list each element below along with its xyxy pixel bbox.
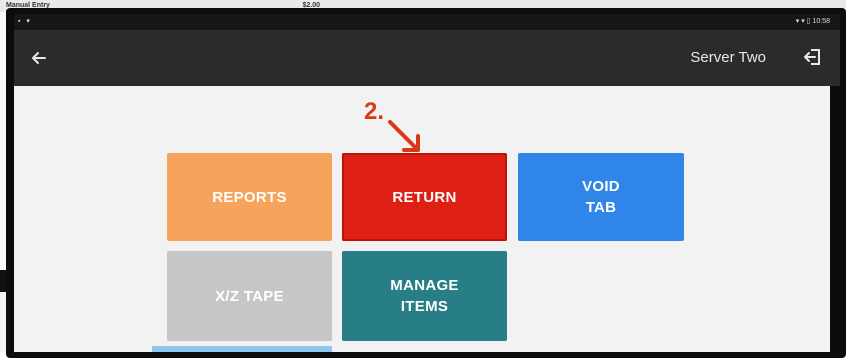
reports-label: REPORTS — [212, 188, 287, 206]
return-label: RETURN — [392, 188, 457, 206]
logout-icon-graphic — [804, 49, 820, 65]
app-header: Server Two — [14, 30, 840, 86]
next-row-tile-edge[interactable] — [152, 346, 332, 352]
arrow-left-icon-graphic — [32, 52, 46, 64]
status-right-icons: ▾ ▾ ▯ 10:58 — [795, 18, 830, 25]
logout-icon[interactable] — [802, 46, 824, 68]
manage-items-label-line1: MANAGE — [390, 277, 459, 294]
annotation-arrow-icon — [388, 120, 420, 152]
reports-button[interactable]: REPORTS — [167, 153, 332, 241]
manage-items-label-line2: ITEMS — [400, 298, 449, 315]
manage-items-button[interactable]: MANAGE ITEMS — [342, 251, 507, 341]
void-tab-button[interactable]: VOID TAB — [518, 153, 684, 241]
user-name: Server Two — [690, 49, 766, 66]
status-bar: ▪ ▾ ▾ ▾ ▯ 10:58 — [14, 14, 840, 30]
return-button[interactable]: RETURN — [342, 153, 507, 241]
void-tab-label-line2: TAB — [585, 199, 617, 216]
arrow-left-icon[interactable] — [28, 47, 50, 69]
step-annotation: 2. — [364, 98, 385, 125]
status-left-icons: ▪ ▾ — [18, 18, 32, 25]
xz-tape-button[interactable]: X/Z TAPE — [167, 251, 332, 341]
void-tab-label-line1: VOID — [582, 178, 620, 195]
xz-tape-label: X/Z TAPE — [215, 287, 284, 305]
